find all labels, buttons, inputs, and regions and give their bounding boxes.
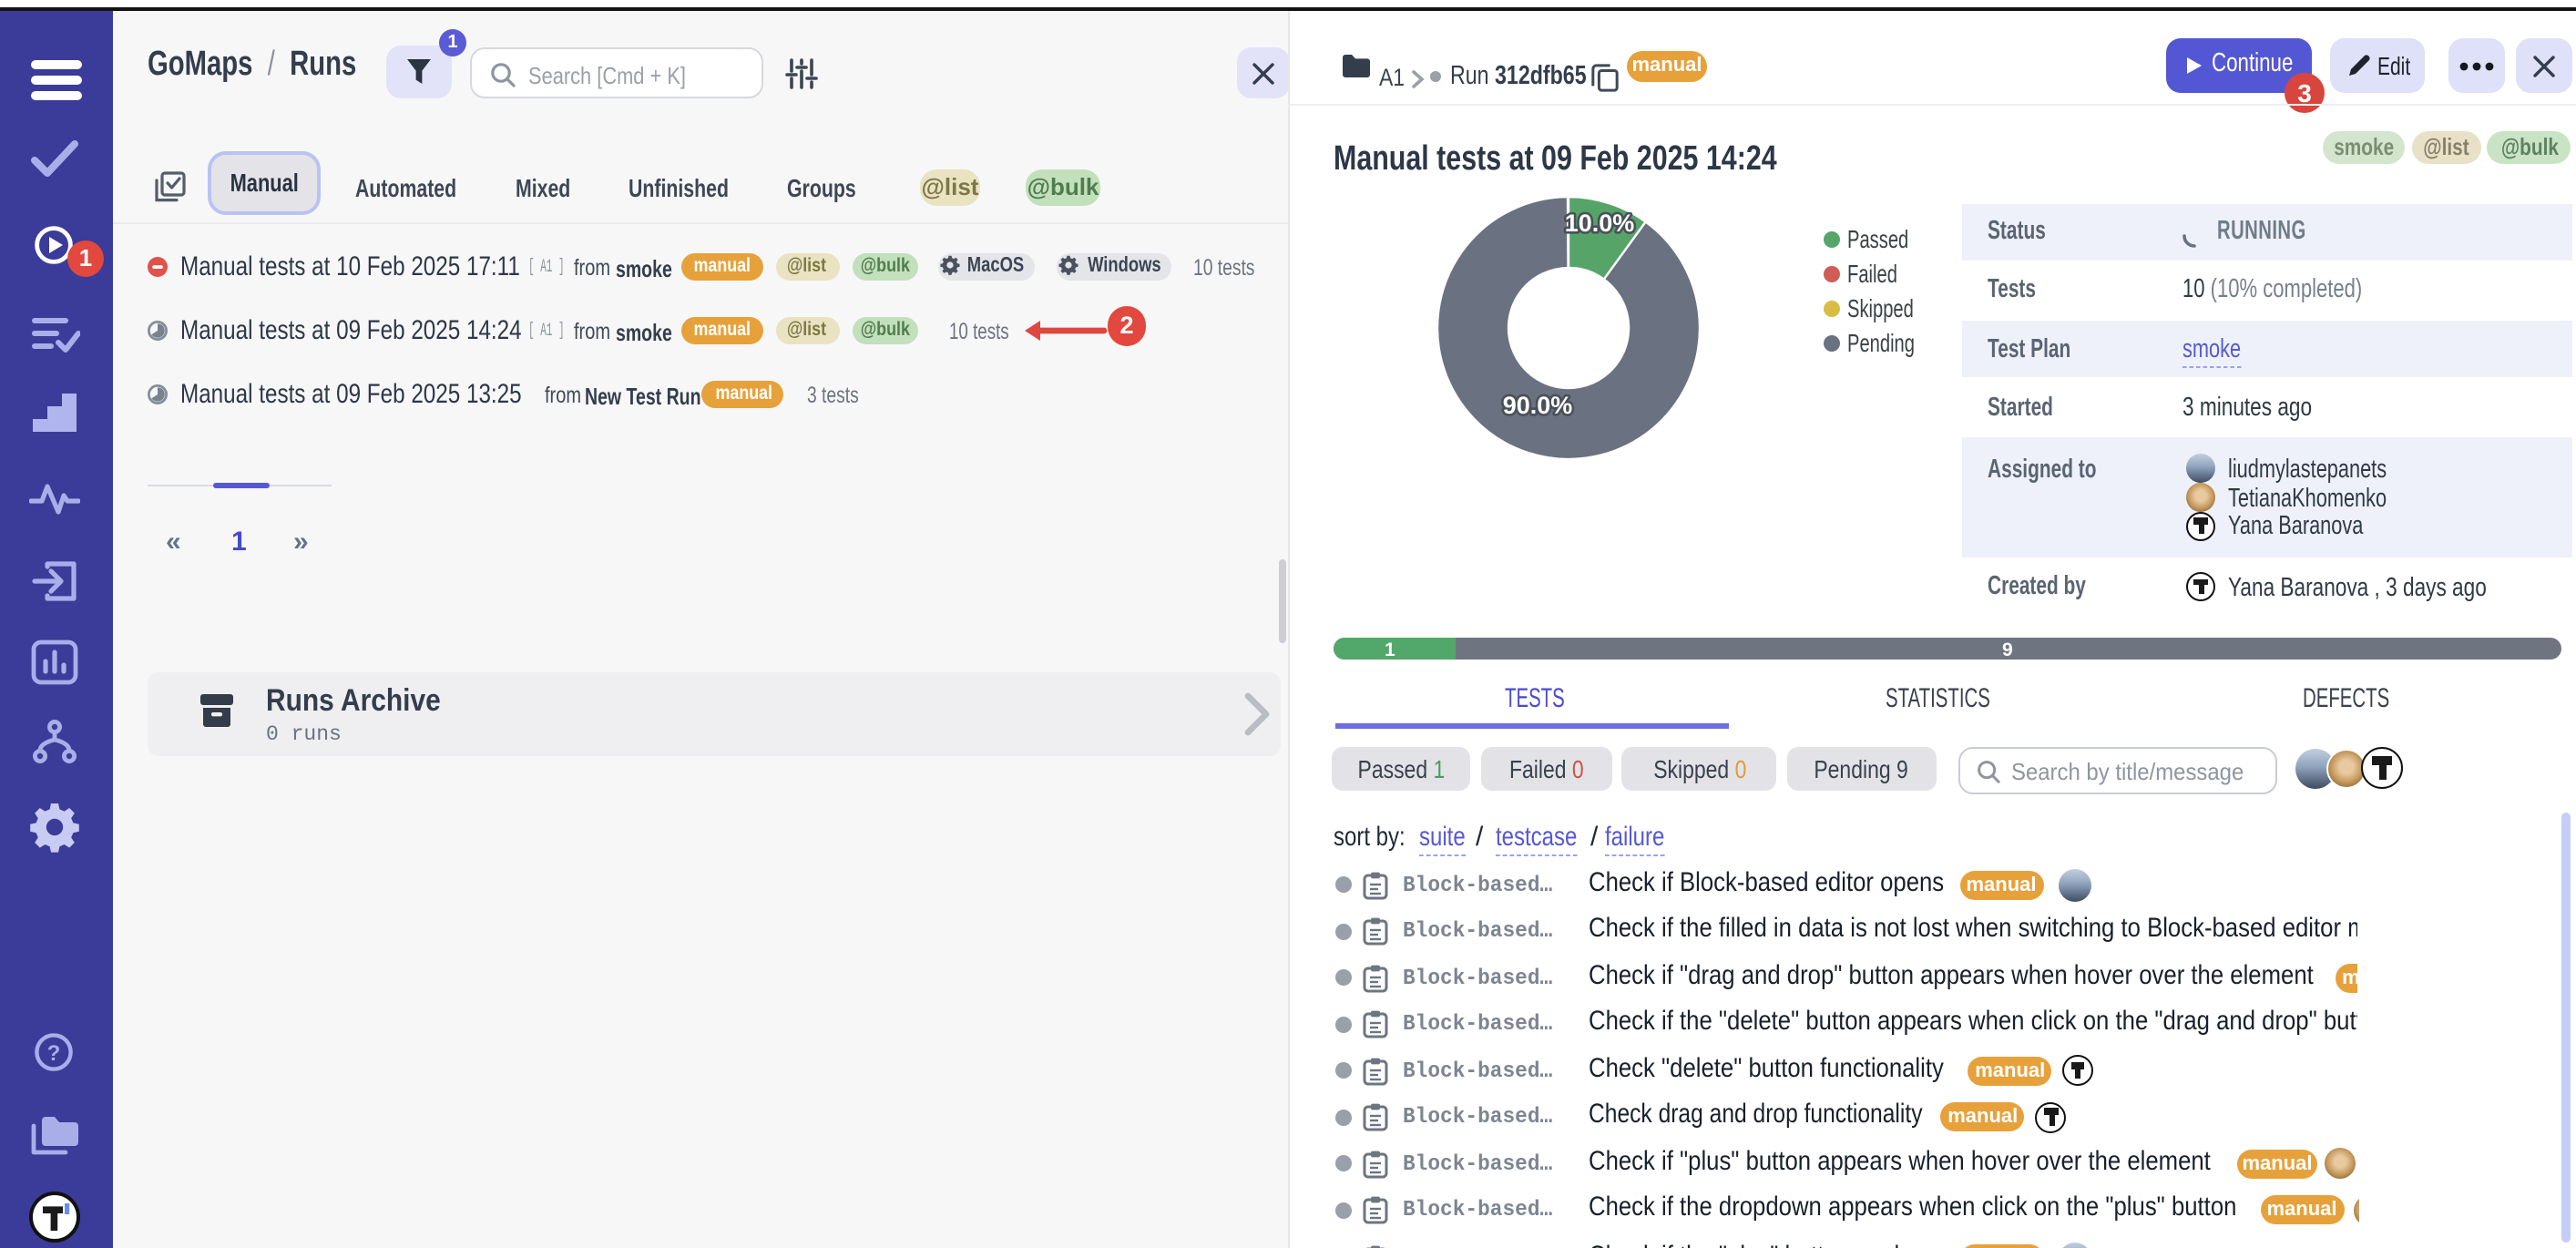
svg-text:?: ? [47,1041,61,1066]
svg-text:10.0%: 10.0% [1564,210,1634,237]
svg-text:90.0%: 90.0% [1502,392,1572,419]
